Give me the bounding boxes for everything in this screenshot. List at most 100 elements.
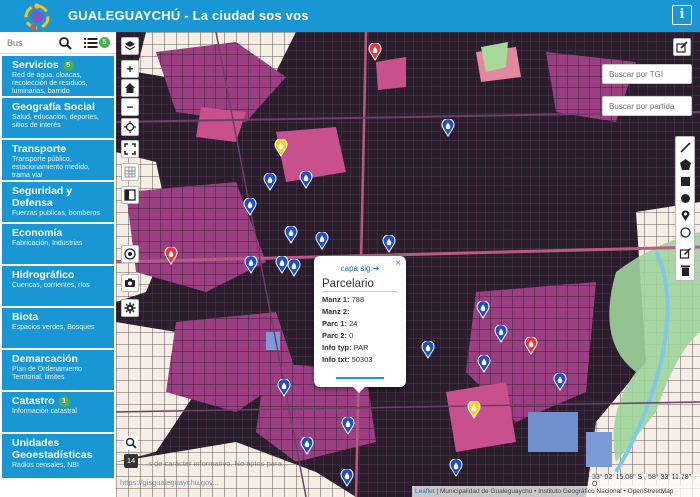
next-layer-link[interactable]: capa sig.➔ bbox=[322, 264, 398, 273]
panel-icon bbox=[124, 189, 136, 201]
grid-button[interactable] bbox=[121, 163, 139, 181]
map-marker-icon[interactable] bbox=[340, 469, 354, 487]
draw-polygon-icon[interactable] bbox=[679, 158, 692, 171]
gear-icon bbox=[124, 302, 136, 314]
map-marker-icon[interactable] bbox=[441, 119, 455, 137]
category-title: Servicios bbox=[12, 59, 59, 71]
street-view-button[interactable] bbox=[121, 245, 139, 263]
map-marker-icon[interactable] bbox=[164, 247, 178, 265]
edit-layers-icon[interactable] bbox=[679, 247, 692, 260]
eye-icon bbox=[124, 248, 136, 260]
category-description: Salud, educación, deportes, sitios de in… bbox=[12, 114, 99, 129]
map-marker-icon[interactable] bbox=[277, 379, 291, 397]
info-button[interactable]: i bbox=[672, 5, 692, 25]
category-economia[interactable]: Economía Fabricación, Industrias bbox=[2, 224, 114, 264]
zoom-search-button[interactable] bbox=[124, 436, 138, 450]
category-transporte[interactable]: Transporte Transporte público, estaciona… bbox=[2, 140, 114, 180]
category-title: Geografía Social bbox=[12, 101, 95, 113]
category-title: Demarcación bbox=[12, 353, 78, 365]
category-catastro[interactable]: Catastro 1 Información catastral bbox=[2, 392, 114, 432]
map-marker-icon[interactable] bbox=[368, 43, 382, 61]
map-marker-icon[interactable] bbox=[263, 173, 277, 191]
category-description: Espacios verdes, Bosques bbox=[12, 324, 95, 331]
draw-line-icon[interactable] bbox=[679, 141, 692, 154]
map-marker-icon[interactable] bbox=[524, 337, 538, 355]
map-marker-icon[interactable] bbox=[299, 171, 313, 189]
map-marker-icon[interactable] bbox=[467, 401, 481, 419]
draw-marker-icon[interactable] bbox=[679, 209, 692, 222]
home-button[interactable] bbox=[121, 79, 139, 97]
popup-row: Parc 1: 24 bbox=[322, 319, 398, 328]
trash-icon[interactable] bbox=[679, 264, 692, 277]
crosshair-icon bbox=[124, 121, 136, 133]
map-marker-icon[interactable] bbox=[477, 355, 491, 373]
category-hidrografico[interactable]: Hidrográfico Cuencas, corrientes, ríos bbox=[2, 266, 114, 306]
map-marker-icon[interactable] bbox=[300, 437, 314, 455]
zoom-in-button[interactable]: + bbox=[121, 60, 139, 78]
layers-button[interactable] bbox=[121, 37, 139, 55]
category-description: Información catastral bbox=[12, 408, 77, 415]
map-marker-icon[interactable] bbox=[315, 232, 329, 250]
map-marker-icon[interactable] bbox=[244, 256, 258, 274]
draw-circlemarker-icon[interactable] bbox=[679, 226, 692, 239]
category-geografia-social[interactable]: Geografía Social Salud, educación, depor… bbox=[2, 98, 114, 138]
popup-row-label: Info txt: bbox=[322, 355, 350, 364]
category-demarcacion[interactable]: Demarcación Plan de Ordenamiento Territo… bbox=[2, 350, 114, 390]
category-description: Red de agua, cloacas, recolección de res… bbox=[12, 72, 88, 95]
partida-search-input[interactable] bbox=[602, 96, 692, 116]
category-badge: 1 bbox=[58, 395, 70, 407]
edit-button[interactable] bbox=[673, 38, 691, 56]
locate-button[interactable] bbox=[121, 118, 139, 136]
category-servicios[interactable]: Servicios 5 Red de agua, cloacas, recolec… bbox=[2, 56, 114, 96]
popup-tip bbox=[352, 386, 366, 393]
popup-title: Parcelario bbox=[322, 278, 398, 292]
map-marker-icon[interactable] bbox=[494, 325, 508, 343]
app-window: GUALEGUAYCHÚ - La ciudad sos vos i 5 Ser… bbox=[0, 0, 700, 497]
popup-row: Manz 2: bbox=[322, 307, 398, 316]
map-attribution: Leaflet | Municipalidad de Gualeguaychú … bbox=[412, 486, 700, 497]
search-icon[interactable] bbox=[58, 36, 72, 50]
draw-rectangle-icon[interactable] bbox=[679, 175, 692, 188]
fullscreen-button[interactable] bbox=[121, 140, 139, 158]
map-marker-icon[interactable] bbox=[553, 373, 567, 391]
category-unidades-geoestadisticas[interactable]: Unidades Geoestadísticas Radios censales… bbox=[2, 434, 114, 478]
tgi-search-input[interactable] bbox=[602, 64, 692, 84]
list-icon[interactable] bbox=[84, 37, 98, 49]
category-description: Plan de Ordenamiento Territorial, limite… bbox=[12, 366, 83, 381]
map-marker-icon[interactable] bbox=[449, 459, 463, 477]
popup-row-value: 50303 bbox=[351, 355, 373, 364]
screenshot-button[interactable] bbox=[121, 274, 139, 292]
layer-search-input[interactable] bbox=[2, 33, 52, 52]
zoom-out-button[interactable]: − bbox=[121, 98, 139, 116]
category-title: Transporte bbox=[12, 143, 67, 155]
popup-row: Info txt: 50303 bbox=[322, 355, 398, 364]
popup-close-button[interactable]: × bbox=[395, 258, 401, 269]
map-marker-icon[interactable] bbox=[284, 226, 298, 244]
map-marker-icon[interactable] bbox=[341, 417, 355, 435]
map-marker-icon[interactable] bbox=[243, 198, 257, 216]
draw-circle-icon[interactable] bbox=[679, 192, 692, 205]
map-url[interactable]: https://gisgualeguaychu.gov... bbox=[120, 478, 219, 487]
popup-row-label: Info typ: bbox=[322, 343, 352, 352]
category-biota[interactable]: Biota Espacios verdes, Bosques bbox=[2, 308, 114, 348]
draw-toolbar bbox=[675, 136, 695, 281]
category-description: Radios censales, NBI bbox=[12, 462, 79, 469]
map-marker-icon[interactable] bbox=[382, 235, 396, 253]
category-title: Unidades Geoestadísticas bbox=[12, 437, 93, 461]
settings-button[interactable] bbox=[121, 299, 139, 317]
popup-row-label: Manz 2: bbox=[322, 307, 350, 316]
leaflet-link[interactable]: Leaflet bbox=[415, 488, 435, 495]
popup-row-label: Manz 1: bbox=[322, 295, 350, 304]
app-title: GUALEGUAYCHÚ - La ciudad sos vos bbox=[68, 8, 309, 23]
popup-row: Parc 2: 0 bbox=[322, 331, 398, 340]
map-marker-icon[interactable] bbox=[421, 341, 435, 359]
map-marker-icon[interactable] bbox=[476, 301, 490, 319]
category-seguridad-defensa[interactable]: Seguridad y Defensa Fuerzas publicas, bo… bbox=[2, 182, 114, 222]
map-marker-icon[interactable] bbox=[287, 259, 301, 277]
map-marker-icon[interactable] bbox=[274, 139, 288, 157]
category-description: Fuerzas publicas, bomberos bbox=[12, 210, 100, 217]
print-panel-button[interactable] bbox=[121, 186, 139, 204]
map-disclaimer: ...s de carácter informativo. No aptos p… bbox=[142, 459, 288, 468]
category-title: Biota bbox=[12, 311, 39, 323]
popup-row-value: 0 bbox=[349, 331, 354, 340]
